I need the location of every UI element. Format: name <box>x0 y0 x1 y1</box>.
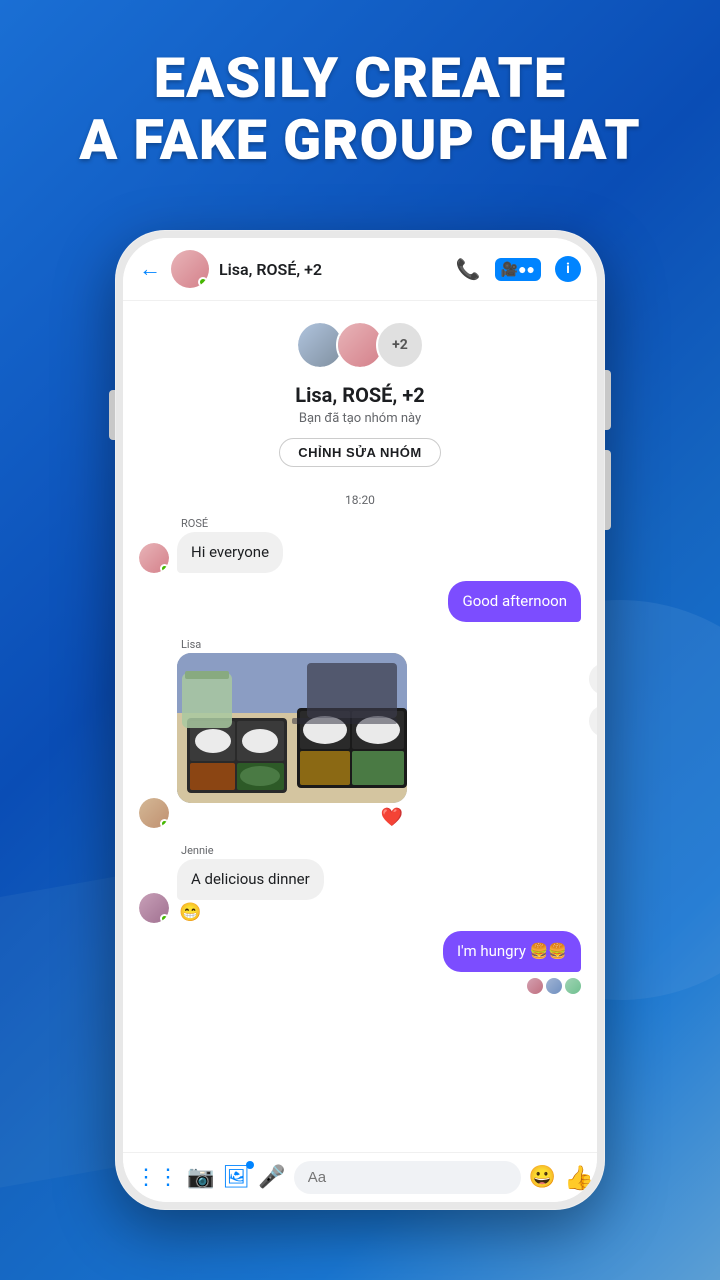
thumbs-up-icon[interactable]: 👍 <box>564 1164 594 1192</box>
volume-button <box>605 450 611 530</box>
msg-image-row: ❤️ <box>139 653 581 828</box>
group-info-section: +2 Lisa, ROSÉ, +2 Bạn đã tạo nhóm này CH… <box>139 301 581 483</box>
msg-col-hungry: I'm hungry 🍔🍔 <box>443 931 581 972</box>
header-avatar <box>171 250 209 288</box>
power-button <box>605 370 611 430</box>
emoji-reaction: 😁 <box>177 902 324 923</box>
group-avatar-count: +2 <box>376 321 424 369</box>
msg-col: Hi everyone <box>177 532 283 573</box>
message-row-right: Good afternoon <box>139 581 581 622</box>
info-icon[interactable]: i <box>555 256 581 282</box>
video-call-button[interactable]: 🎥●● <box>495 258 541 281</box>
phone-screen: ← Lisa, ROSÉ, +2 📞 🎥●● i <box>123 238 597 1202</box>
photo-icon[interactable]: 🖼 <box>222 1165 250 1190</box>
receipt-avatar-2 <box>546 978 562 994</box>
share-button[interactable] <box>589 663 597 695</box>
camera-icon[interactable]: 📷 <box>187 1165 214 1190</box>
back-button[interactable]: ← <box>139 256 161 282</box>
receipt-avatar-3 <box>565 978 581 994</box>
read-receipts <box>139 978 581 994</box>
msg-col-right: Good afternoon <box>448 581 581 622</box>
heart-reaction: ❤️ <box>177 807 407 828</box>
message-input[interactable] <box>294 1161 521 1194</box>
chat-body: +2 Lisa, ROSÉ, +2 Bạn đã tạo nhóm này CH… <box>123 301 597 1152</box>
message-row: Hi everyone <box>139 532 581 573</box>
header-actions: 📞 🎥●● i <box>456 256 581 282</box>
edit-group-button[interactable]: CHỈNH SỬA NHÓM <box>279 438 440 467</box>
online-dot-jennie <box>160 914 169 923</box>
photo-badge <box>246 1161 254 1169</box>
msg-bubble-dinner: A delicious dinner <box>177 859 324 900</box>
microphone-icon[interactable]: 🎤 <box>258 1165 285 1190</box>
time-separator: 18:20 <box>139 493 581 507</box>
msg-avatar-rose <box>139 543 169 573</box>
msg-sender-lisa: Lisa <box>139 638 581 651</box>
page-title: EASILY CREATE A FAKE GROUP CHAT <box>0 48 720 171</box>
msg-avatar-jennie <box>139 893 169 923</box>
msg-sender-rose: ROSÉ <box>139 517 581 530</box>
receipt-avatar-1 <box>527 978 543 994</box>
menu-dots-icon[interactable]: ⋮⋮ <box>135 1165 179 1190</box>
hungry-msg-section: I'm hungry 🍔🍔 <box>139 931 581 994</box>
chat-name: Lisa, ROSÉ, +2 <box>219 260 446 279</box>
chat-header: ← Lisa, ROSÉ, +2 📞 🎥●● i <box>123 238 597 301</box>
food-svg <box>177 653 407 803</box>
msg-col-jennie: A delicious dinner 😁 <box>177 859 324 923</box>
chat-toolbar: ⋮⋮ 📷 🖼 🎤 😀 👍 <box>123 1152 597 1202</box>
emoji-icon[interactable]: 😀 <box>529 1165 556 1190</box>
msg-bubble-good-afternoon: Good afternoon <box>448 581 581 622</box>
msg-bubble-hi-everyone: Hi everyone <box>177 532 283 573</box>
msg-sender-jennie: Jennie <box>139 844 581 857</box>
message-row-jennie: A delicious dinner 😁 <box>139 859 581 923</box>
online-dot <box>160 564 169 573</box>
image-message-container: ❤️ <box>177 653 407 828</box>
online-indicator <box>198 277 208 287</box>
volume-left-button <box>109 390 115 440</box>
phone-call-icon[interactable]: 📞 <box>456 257 481 281</box>
phone-mockup: ← Lisa, ROSÉ, +2 📞 🎥●● i <box>115 230 605 1210</box>
group-subtitle: Bạn đã tạo nhóm này <box>299 411 421 426</box>
camera-action-button[interactable] <box>589 705 597 737</box>
online-dot-lisa <box>160 819 169 828</box>
msg-avatar-lisa <box>139 798 169 828</box>
message-row-hungry: I'm hungry 🍔🍔 <box>139 931 581 972</box>
group-name: Lisa, ROSÉ, +2 <box>295 383 424 407</box>
msg-bubble-hungry: I'm hungry 🍔🍔 <box>443 931 581 972</box>
food-image <box>177 653 407 803</box>
image-actions <box>589 663 597 737</box>
